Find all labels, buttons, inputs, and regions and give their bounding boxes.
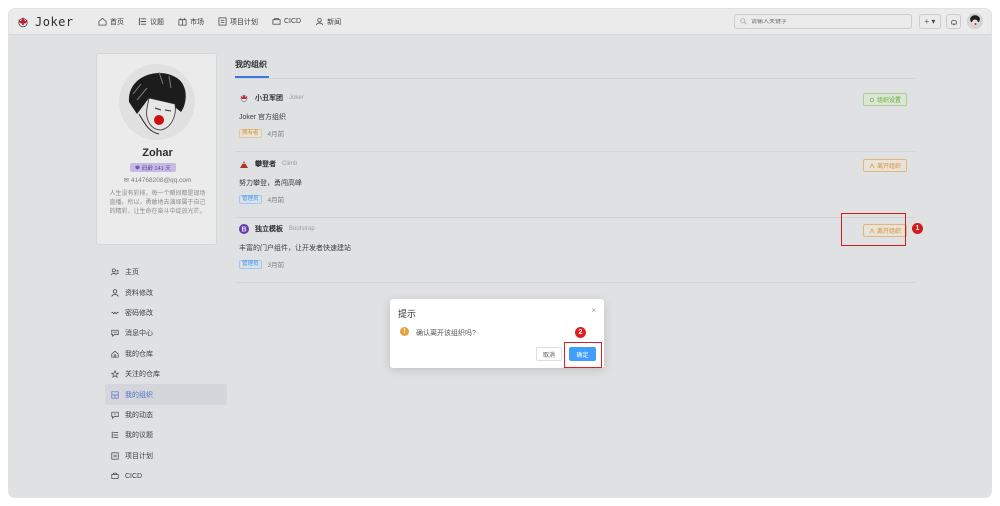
app-window: Joker 首页 议题 市场 项目计划 CICD 新闻 请输入关键字 + ▾ Z… [9,9,991,497]
dialog-message: 确认离开该组织吗? [416,330,476,337]
warning-icon: ! [400,327,409,336]
cancel-button[interactable]: 取消 [536,347,562,361]
close-icon[interactable]: × [591,307,596,315]
highlight-box-confirm [564,342,602,368]
dialog-title: 提示 [398,309,417,319]
step-marker-2: 2 [575,327,586,338]
modal-overlay[interactable] [9,9,991,497]
